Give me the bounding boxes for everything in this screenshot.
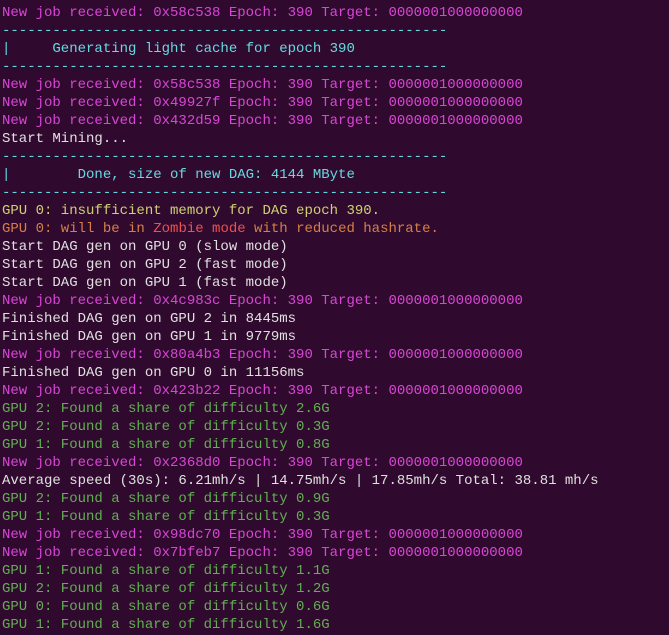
terminal-line: Finished DAG gen on GPU 0 in 11156ms — [2, 364, 667, 382]
terminal-line: Finished DAG gen on GPU 2 in 8445ms — [2, 310, 667, 328]
text-segment: New job received: 0x4c983c Epoch: 390 Ta… — [2, 293, 523, 309]
text-segment: ----------------------------------------… — [2, 59, 447, 75]
terminal-line: GPU 0: insufficient memory for DAG epoch… — [2, 202, 667, 220]
terminal-line: New job received: 0x49927f Epoch: 390 Ta… — [2, 94, 667, 112]
terminal-line: ----------------------------------------… — [2, 58, 667, 76]
text-segment: New job received: 0x49927f Epoch: 390 Ta… — [2, 95, 523, 111]
terminal-line: Average speed (30s): 6.21mh/s | 14.75mh/… — [2, 472, 667, 490]
text-segment: | Generating light cache for epoch 390 — [2, 41, 355, 57]
text-segment: Start DAG gen on GPU 2 (fast mode) — [2, 257, 288, 273]
terminal-line: New job received: 0x58c538 Epoch: 390 Ta… — [2, 76, 667, 94]
terminal-line: GPU 2: Found a share of difficulty 2.6G — [2, 400, 667, 418]
terminal-output: New job received: 0x58c538 Epoch: 390 Ta… — [2, 4, 667, 634]
terminal-line: GPU 1: Found a share of difficulty 0.3G — [2, 508, 667, 526]
text-segment: ----------------------------------------… — [2, 185, 447, 201]
text-segment: Start Mining... — [2, 131, 128, 147]
terminal-line: ----------------------------------------… — [2, 22, 667, 40]
terminal-line: GPU 0: Found a share of difficulty 0.6G — [2, 598, 667, 616]
terminal-line: New job received: 0x4c983c Epoch: 390 Ta… — [2, 292, 667, 310]
terminal-line: | Generating light cache for epoch 390 — [2, 40, 667, 58]
text-segment: GPU 2: Found a share of difficulty 0.3G — [2, 419, 330, 435]
text-segment: New job received: 0x432d59 Epoch: 390 Ta… — [2, 113, 523, 129]
text-segment: GPU 0: will be in — [2, 221, 153, 237]
text-segment: GPU 1: Found a share of difficulty 0.8G — [2, 437, 330, 453]
terminal-line: GPU 2: Found a share of difficulty 1.2G — [2, 580, 667, 598]
terminal-line: ----------------------------------------… — [2, 148, 667, 166]
text-segment: Start DAG gen on GPU 1 (fast mode) — [2, 275, 288, 291]
terminal-line: New job received: 0x80a4b3 Epoch: 390 Ta… — [2, 346, 667, 364]
text-segment: ----------------------------------------… — [2, 23, 447, 39]
text-segment: GPU 1: Found a share of difficulty 1.6G — [2, 617, 330, 633]
text-segment: ----------------------------------------… — [2, 149, 447, 165]
terminal-line: New job received: 0x98dc70 Epoch: 390 Ta… — [2, 526, 667, 544]
terminal-line: New job received: 0x58c538 Epoch: 390 Ta… — [2, 4, 667, 22]
text-segment: New job received: 0x80a4b3 Epoch: 390 Ta… — [2, 347, 523, 363]
text-segment: with reduced hashrate. — [246, 221, 439, 237]
text-segment: GPU 0: Found a share of difficulty 0.6G — [2, 599, 330, 615]
terminal-line: Start DAG gen on GPU 1 (fast mode) — [2, 274, 667, 292]
text-segment: Start DAG gen on GPU 0 (slow mode) — [2, 239, 288, 255]
terminal-line: GPU 2: Found a share of difficulty 0.9G — [2, 490, 667, 508]
text-segment: GPU 1: Found a share of difficulty 1.1G — [2, 563, 330, 579]
terminal-line: GPU 1: Found a share of difficulty 0.8G — [2, 436, 667, 454]
text-segment: GPU 1: Found a share of difficulty 0.3G — [2, 509, 330, 525]
terminal-line: Start Mining... — [2, 130, 667, 148]
terminal-line: ----------------------------------------… — [2, 184, 667, 202]
terminal-line: GPU 0: will be in Zombie mode with reduc… — [2, 220, 667, 238]
terminal-line: New job received: 0x423b22 Epoch: 390 Ta… — [2, 382, 667, 400]
terminal-line: | Done, size of new DAG: 4144 MByte — [2, 166, 667, 184]
text-segment: Finished DAG gen on GPU 1 in 9779ms — [2, 329, 296, 345]
text-segment: Average speed (30s): 6.21mh/s | 14.75mh/… — [2, 473, 599, 489]
text-segment: New job received: 0x98dc70 Epoch: 390 Ta… — [2, 527, 523, 543]
terminal-line: Finished DAG gen on GPU 1 in 9779ms — [2, 328, 667, 346]
terminal-line: New job received: 0x2368d0 Epoch: 390 Ta… — [2, 454, 667, 472]
terminal-line: Start DAG gen on GPU 2 (fast mode) — [2, 256, 667, 274]
text-segment: New job received: 0x423b22 Epoch: 390 Ta… — [2, 383, 523, 399]
terminal-line: New job received: 0x7bfeb7 Epoch: 390 Ta… — [2, 544, 667, 562]
text-segment: GPU 2: Found a share of difficulty 0.9G — [2, 491, 330, 507]
text-segment: | Done, size of new DAG: 4144 MByte — [2, 167, 355, 183]
terminal-line: GPU 2: Found a share of difficulty 0.3G — [2, 418, 667, 436]
text-segment: Finished DAG gen on GPU 0 in 11156ms — [2, 365, 304, 381]
text-segment: GPU 0: insufficient memory for DAG epoch… — [2, 203, 380, 219]
text-segment: New job received: 0x58c538 Epoch: 390 Ta… — [2, 77, 523, 93]
text-segment: Finished DAG gen on GPU 2 in 8445ms — [2, 311, 296, 327]
text-segment: New job received: 0x2368d0 Epoch: 390 Ta… — [2, 455, 523, 471]
terminal-line: Start DAG gen on GPU 0 (slow mode) — [2, 238, 667, 256]
text-segment: New job received: 0x58c538 Epoch: 390 Ta… — [2, 5, 523, 21]
text-segment: New job received: 0x7bfeb7 Epoch: 390 Ta… — [2, 545, 523, 561]
terminal-line: New job received: 0x432d59 Epoch: 390 Ta… — [2, 112, 667, 130]
terminal-line: GPU 1: Found a share of difficulty 1.6G — [2, 616, 667, 634]
text-segment: GPU 2: Found a share of difficulty 2.6G — [2, 401, 330, 417]
text-segment: Zombie mode — [153, 221, 245, 237]
terminal-line: GPU 1: Found a share of difficulty 1.1G — [2, 562, 667, 580]
text-segment: GPU 2: Found a share of difficulty 1.2G — [2, 581, 330, 597]
